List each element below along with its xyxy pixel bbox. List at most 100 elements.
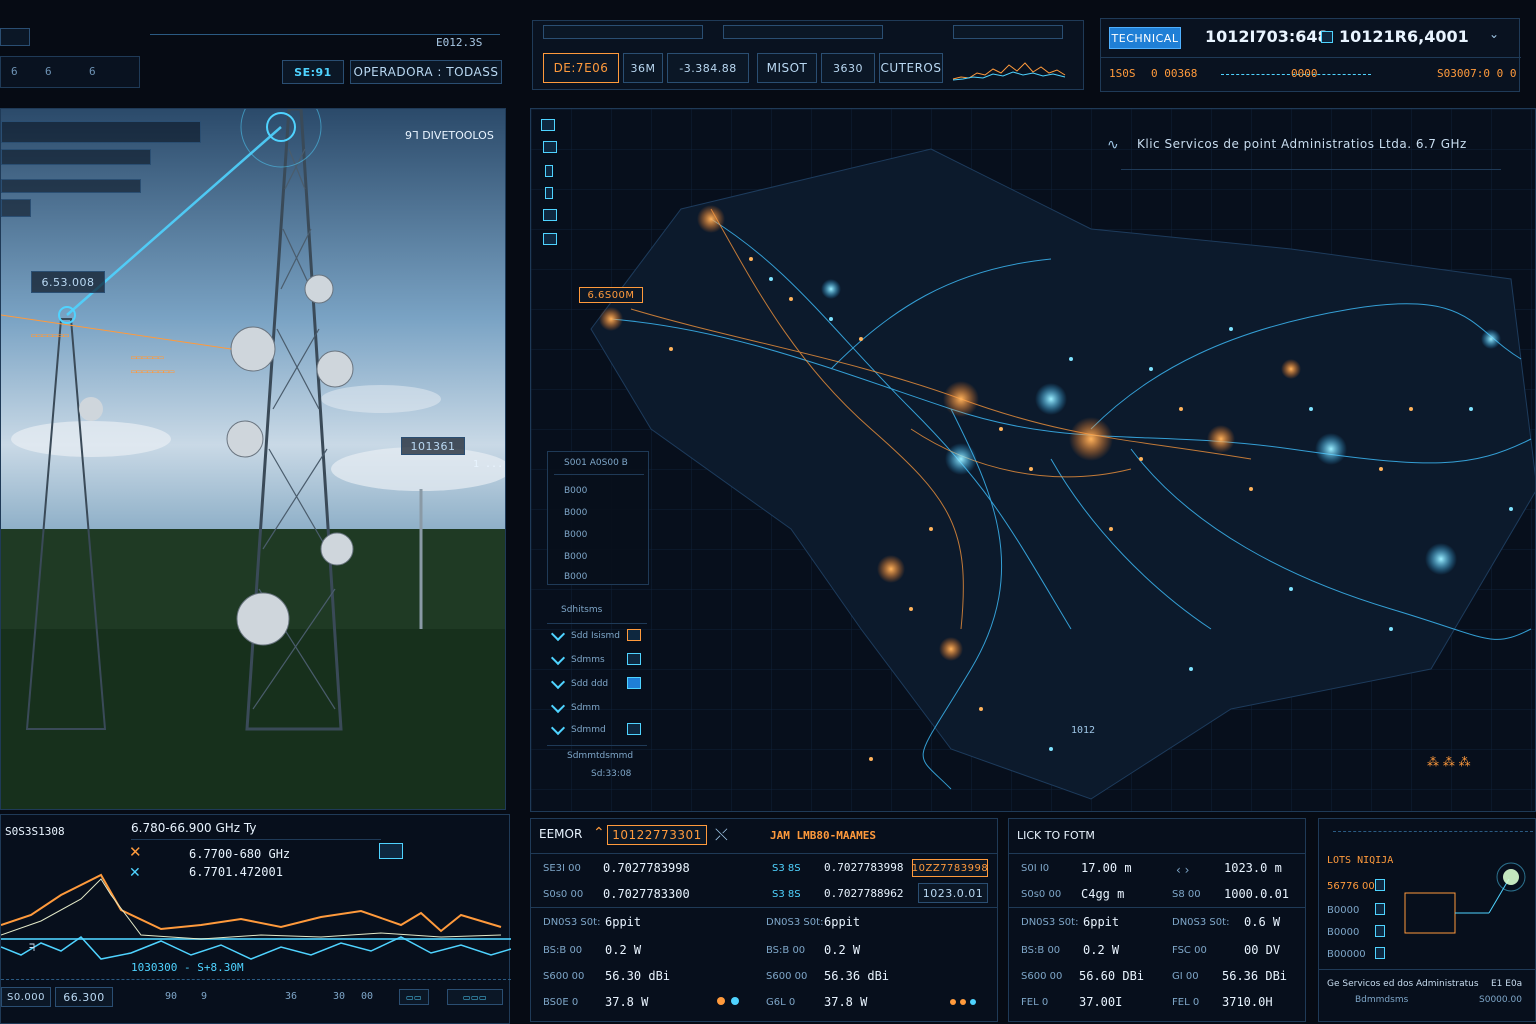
- link1-arrow-icon: ⌃: [593, 825, 605, 841]
- tower-info-row-4[interactable]: [1, 199, 31, 217]
- link4-value-1: 1023.0 m: [1224, 861, 1282, 875]
- tower-right-tag[interactable]: 101361: [401, 437, 465, 455]
- link2-label-3: DN0S3 S0t:: [766, 917, 824, 928]
- link2-label-1: S3 8S: [772, 863, 801, 874]
- checkbox-icon[interactable]: [1321, 31, 1333, 43]
- link-panel-1: EEMOR ⌃ 10122773301 ⤬ SE3I 00 0.70277839…: [530, 818, 755, 1022]
- mini-spectrum-icon: [952, 62, 1066, 81]
- link5-row-1-icon[interactable]: [1375, 879, 1385, 891]
- network-map[interactable]: ∿ Klic Servicos de point Administratios …: [530, 108, 1536, 812]
- link1-rule: [531, 853, 755, 854]
- map-tool-3-icon[interactable]: [545, 165, 553, 177]
- axis-tick-1: 90: [165, 991, 178, 1002]
- link1-rule-2: [531, 907, 755, 908]
- tab-1[interactable]: [543, 25, 703, 39]
- link2-value-4: 0.2 W: [824, 943, 861, 957]
- tower-info-row-1[interactable]: [1, 121, 201, 143]
- link5-row-4: B00000: [1327, 949, 1366, 960]
- link3-label-1: S0I I0: [1021, 863, 1050, 874]
- link2-value-6: 37.8 W: [824, 995, 868, 1009]
- toolbar-value-b: 6: [45, 65, 52, 78]
- map-low-tag: 1012: [1071, 725, 1096, 736]
- link5-row-1: 56776 00: [1327, 881, 1375, 892]
- top-left-badge[interactable]: [0, 28, 30, 46]
- link5-row-2-icon[interactable]: [1375, 903, 1385, 915]
- legend-row-3: B000: [564, 530, 588, 540]
- link1-title: EEMOR: [539, 827, 583, 841]
- link2-highlight-a[interactable]: 10ZZ7783998: [912, 859, 988, 877]
- link1-status-dot: [717, 997, 725, 1005]
- checklist-glyph-1-icon: [627, 629, 641, 641]
- link4-label-5: GI 00: [1172, 971, 1199, 982]
- checklist-item-2: Sdmms: [571, 655, 605, 665]
- link3-value-2: C4gg m: [1081, 887, 1125, 901]
- link2-label-2: S3 8S: [772, 889, 801, 900]
- link1-swap-icon[interactable]: ⤬: [715, 825, 728, 845]
- spectrum-action-1[interactable]: ▭▭: [399, 989, 429, 1005]
- map-tool-2-icon[interactable]: [543, 141, 557, 153]
- legend-divider: [554, 474, 644, 475]
- spectrum-header-rule: [131, 839, 381, 840]
- link5-row-2: B0000: [1327, 905, 1360, 916]
- chevron-down-icon[interactable]: ⌄: [1489, 27, 1499, 41]
- map-tool-5-icon[interactable]: [543, 209, 557, 221]
- spectrum-bottom-readout: 1030300 - S+8.30M: [131, 961, 244, 974]
- top-left-readout: E012.3S: [436, 36, 483, 49]
- meta-a: 1S0S: [1109, 67, 1136, 80]
- link4-label-6: FEL 0: [1172, 997, 1200, 1008]
- tab-2[interactable]: [723, 25, 883, 39]
- map-site-label[interactable]: 6.6S00M: [579, 287, 643, 303]
- tower-info-row-2[interactable]: [1, 149, 151, 165]
- link5-signal-diagram: [1404, 862, 1526, 934]
- link1-value-4: 0.2 W: [605, 943, 642, 957]
- tab-3[interactable]: [953, 25, 1063, 39]
- link3-value-1: 17.00 m: [1081, 861, 1132, 875]
- link4-value-2: 1000.0.01: [1224, 887, 1290, 901]
- link5-row-3-icon[interactable]: [1375, 925, 1385, 937]
- spectrum-footer-value[interactable]: 66.300: [55, 987, 113, 1007]
- spectrum-left-id: S0S3S1308: [5, 825, 65, 838]
- link1-label-2: S0s0 00: [543, 889, 584, 900]
- legend-row-1: B000: [564, 486, 588, 496]
- link1-label-1: SE3I 00: [543, 863, 581, 874]
- spectrum-plot: [1, 873, 511, 960]
- link3-label-5: S600 00: [1021, 971, 1063, 982]
- legend-row-4: B000: [564, 552, 588, 562]
- spectrum-action-2[interactable]: ▭▭▭: [447, 989, 503, 1005]
- map-tool-4-icon[interactable]: [545, 187, 553, 199]
- tower-main-tag[interactable]: 6.53.008: [31, 271, 105, 293]
- link2-label-6: G6L 0: [766, 997, 796, 1008]
- link1-value-3: 6ppit: [605, 915, 642, 929]
- link1-status-dot-2: [731, 997, 739, 1005]
- operator-selector[interactable]: OPERADORA : TODASS: [350, 60, 502, 84]
- meta-b: 0 00368: [1151, 67, 1198, 80]
- tower-viewport[interactable]: 9ᒣ DIVETOOLOS 6.53.008 ▭▭▭▭▭▭▭ ▭▭▭▭▭▭ ▭▭…: [0, 108, 506, 810]
- spectrum-footer-left[interactable]: S0.000: [1, 987, 51, 1007]
- alarm-button[interactable]: DE:7E06: [543, 53, 619, 83]
- link2-value-2: 0.7027788962: [824, 887, 904, 900]
- spectrum-panel[interactable]: S0S3S1308 6.780-66.900 GHz Ty ✕ 6.7700-6…: [0, 814, 511, 1024]
- axis-tick-4: 30: [333, 991, 346, 1002]
- link4-value-5: 56.36 DBi: [1222, 969, 1288, 983]
- misc-button[interactable]: MISOT: [757, 53, 817, 83]
- link3-value-5: 56.60 DBi: [1079, 969, 1145, 983]
- link3-value-3: 6ppit: [1083, 915, 1120, 929]
- filter-button[interactable]: CUTEROS: [879, 53, 943, 83]
- misc-value: 3630: [821, 53, 875, 83]
- spectrum-footer-rule: [1, 979, 511, 980]
- link4-rule: [1158, 853, 1306, 854]
- map-tool-1-icon[interactable]: [541, 119, 555, 131]
- tower-info-row-3[interactable]: [1, 179, 141, 193]
- technical-mode-button[interactable]: TECHNICAL: [1109, 27, 1181, 49]
- link5-row-4-icon[interactable]: [1375, 947, 1385, 959]
- tower-orange-tag-2: ▭▭▭▭▭▭: [131, 353, 164, 363]
- link2-value-5: 56.36 dBi: [824, 969, 890, 983]
- axis-tick-3: 36: [285, 991, 298, 1002]
- spectrum-tick-left: ᖷ: [29, 943, 35, 954]
- link1-id[interactable]: 10122773301: [607, 825, 707, 845]
- link2-highlight-b[interactable]: 1023.0.01: [918, 883, 988, 903]
- top-right-divider: [1101, 57, 1521, 58]
- map-tool-6-icon[interactable]: [543, 233, 557, 245]
- top-right-toolbar: TECHNICAL 1012I703:648 10121R6,4001 ⌄ 1S…: [1100, 18, 1521, 92]
- legend-title: S001 A0S00 B: [564, 458, 628, 468]
